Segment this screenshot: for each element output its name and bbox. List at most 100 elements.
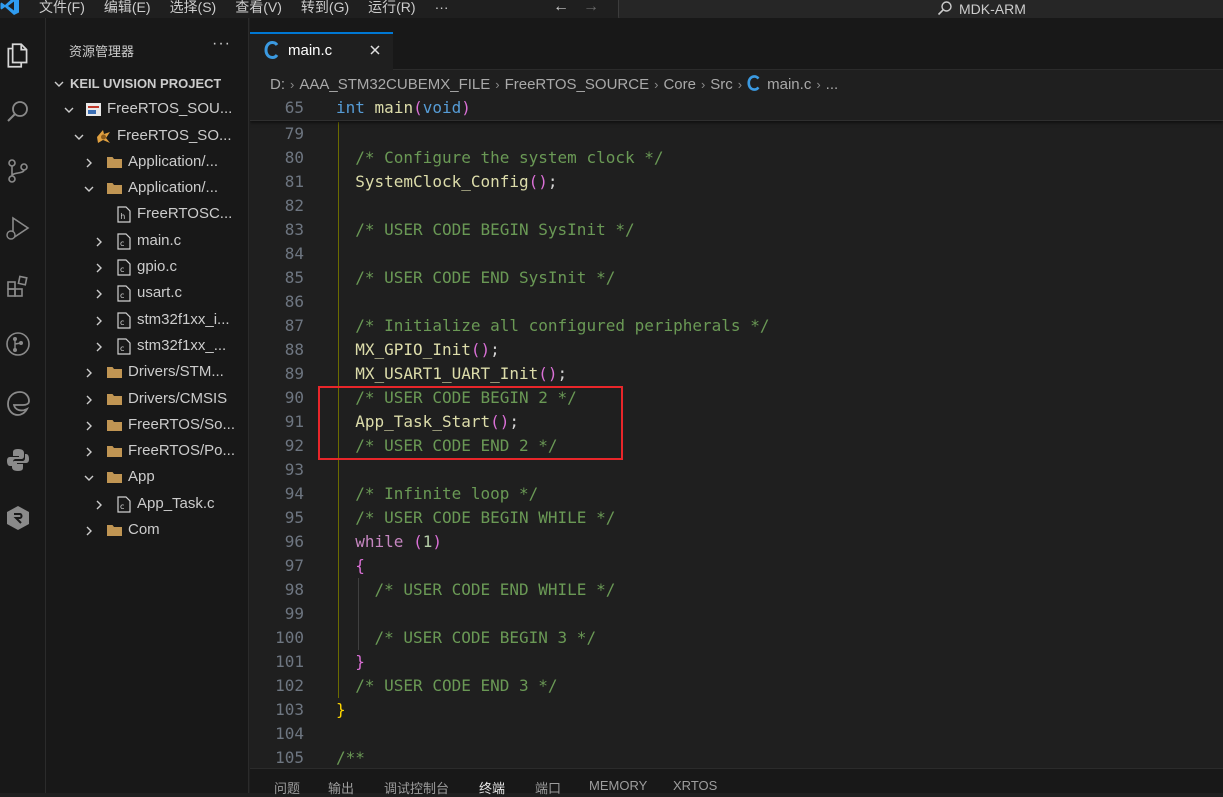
- line-number: 87: [284, 316, 304, 335]
- code-line: 102 /* USER CODE END 3 */: [250, 674, 1223, 698]
- code-token: ;: [557, 364, 568, 383]
- breadcrumb-item[interactable]: Core: [663, 76, 696, 93]
- tree-item[interactable]: c gpio.c: [46, 255, 249, 281]
- tree-item[interactable]: Application/...: [46, 150, 249, 176]
- edge-browser-icon[interactable]: [4, 389, 32, 417]
- tree-item-label: FreeRTOS_SOU...: [107, 100, 233, 118]
- tree-item[interactable]: c usart.c: [46, 281, 249, 307]
- code-line: 83 /* USER CODE BEGIN SysInit */: [250, 218, 1223, 242]
- menu-item[interactable]: 文件(F): [39, 0, 85, 17]
- panel-tab[interactable]: 问题: [274, 778, 300, 797]
- panel-tab[interactable]: 调试控制台: [384, 778, 449, 797]
- code-text: /* USER CODE BEGIN WHILE */: [355, 506, 615, 530]
- tree-item[interactable]: c App_Task.c: [46, 492, 249, 518]
- breadcrumb-item[interactable]: main.c: [767, 76, 811, 93]
- panel-tab-bar: 问题 输出 调试控制台 终端 端口 MEMORY XRTOS: [250, 768, 1223, 796]
- line-number: 79: [284, 124, 304, 143]
- code-token: (): [528, 172, 548, 191]
- line-number: 103: [275, 700, 304, 719]
- explorer-section-header[interactable]: KEIL UVISION PROJECT: [46, 71, 249, 97]
- command-center[interactable]: MDK-ARM: [618, 0, 1223, 18]
- explorer-icon[interactable]: [3, 40, 33, 70]
- chevron-right-icon: [83, 419, 95, 431]
- line-number: 92: [284, 436, 304, 455]
- code-text: {: [355, 554, 365, 578]
- tree-item-label: Application/...: [128, 179, 219, 197]
- line-number: 99: [284, 604, 304, 623]
- explorer-tree: KEIL UVISION PROJECT FreeRTOS_SOU... FreeR…: [46, 71, 249, 544]
- menu-item[interactable]: 运行(R): [368, 0, 415, 17]
- menu-item[interactable]: 编辑(E): [104, 0, 151, 17]
- breadcrumb-item[interactable]: AAA_STM32CUBEMX_FILE: [299, 76, 490, 93]
- tree-item[interactable]: Drivers/CMSIS: [46, 387, 249, 413]
- panel-tab[interactable]: MEMORY: [589, 778, 647, 793]
- extension-cube-icon[interactable]: [4, 504, 32, 532]
- tree-item-label: FreeRTOSC...: [137, 205, 233, 223]
- line-number: 89: [284, 364, 304, 383]
- panel-tab[interactable]: 终端: [479, 778, 505, 797]
- python-icon[interactable]: [4, 446, 32, 474]
- code-token: int: [336, 98, 365, 117]
- nav-arrows: ← →: [553, 0, 599, 17]
- tree-item[interactable]: Application/...: [46, 176, 249, 202]
- menu-item[interactable]: 选择(S): [170, 0, 217, 17]
- breadcrumb-item[interactable]: D:: [270, 76, 285, 93]
- search-icon[interactable]: [4, 98, 32, 126]
- menu-item[interactable]: 转到(G): [301, 0, 349, 17]
- code-token: /* Initialize all configured peripherals…: [355, 316, 770, 335]
- folder-icon: [106, 469, 123, 486]
- svg-text:c: c: [120, 502, 124, 511]
- menu-item[interactable]: 查看(V): [235, 0, 282, 17]
- forward-button[interactable]: →: [583, 0, 599, 17]
- c-language-icon: [747, 75, 767, 93]
- tree-item[interactable]: h FreeRTOSC...: [46, 202, 249, 228]
- tree-item[interactable]: c main.c: [46, 229, 249, 255]
- explorer-title: 资源管理器: [69, 44, 135, 59]
- panel-tab[interactable]: 端口: [535, 778, 561, 797]
- back-button[interactable]: ←: [553, 0, 569, 17]
- source-control-icon[interactable]: [4, 157, 32, 185]
- tree-item-label: stm32f1xx_i...: [137, 310, 230, 328]
- command-center-text: MDK-ARM: [959, 1, 1026, 17]
- code-token: void: [422, 98, 462, 117]
- run-debug-icon[interactable]: [4, 214, 32, 242]
- folder-icon: [106, 522, 123, 539]
- close-icon[interactable]: [368, 43, 382, 57]
- editor-tab-bar: main.c: [250, 18, 1223, 70]
- tree-item[interactable]: c stm32f1xx_i...: [46, 308, 249, 334]
- section-label: KEIL UVISION PROJECT: [70, 76, 222, 91]
- breadcrumb-item[interactable]: FreeRTOS_SOURCE: [505, 76, 650, 93]
- chevron-right-icon: [93, 287, 105, 299]
- tree-item[interactable]: Com: [46, 518, 249, 544]
- tree-item[interactable]: FreeRTOS_SOU...: [46, 97, 249, 123]
- tree-item[interactable]: FreeRTOS_SO...: [46, 124, 249, 150]
- panel-tab[interactable]: 输出: [328, 778, 354, 797]
- line-number: 95: [284, 508, 304, 527]
- tree-item[interactable]: c stm32f1xx_...: [46, 334, 249, 360]
- line-number: 86: [284, 292, 304, 311]
- code-token: /**: [336, 748, 365, 767]
- breadcrumb-item[interactable]: Src: [710, 76, 733, 93]
- menu-item[interactable]: ···: [435, 0, 449, 17]
- chevron-right-icon: ›: [654, 76, 659, 92]
- project-icon: [85, 101, 102, 118]
- breadcrumb-item[interactable]: ...: [826, 76, 839, 93]
- explorer-more-button[interactable]: ···: [212, 35, 231, 53]
- tab-main-c[interactable]: main.c: [250, 32, 393, 70]
- code-line: 99: [250, 602, 1223, 626]
- tree-item-label: main.c: [137, 231, 182, 249]
- line-number: 85: [284, 268, 304, 287]
- extensions-icon[interactable]: [4, 273, 32, 301]
- chevron-down-icon: [73, 130, 85, 142]
- tree-item[interactable]: FreeRTOS/So...: [46, 413, 249, 439]
- git-graph-icon[interactable]: [4, 330, 32, 358]
- tree-item[interactable]: Drivers/STM...: [46, 360, 249, 386]
- breadcrumb: D: › AAA_STM32CUBEMX_FILE › FreeRTOS_SOURCE ›…: [270, 74, 838, 94]
- panel-tab[interactable]: XRTOS: [673, 778, 717, 793]
- tree-item[interactable]: FreeRTOS/Po...: [46, 439, 249, 465]
- svg-text:c: c: [120, 344, 124, 353]
- code-token: ;: [547, 172, 558, 191]
- tree-item[interactable]: App: [46, 465, 249, 491]
- code-text: /* USER CODE END 3 */: [355, 674, 557, 698]
